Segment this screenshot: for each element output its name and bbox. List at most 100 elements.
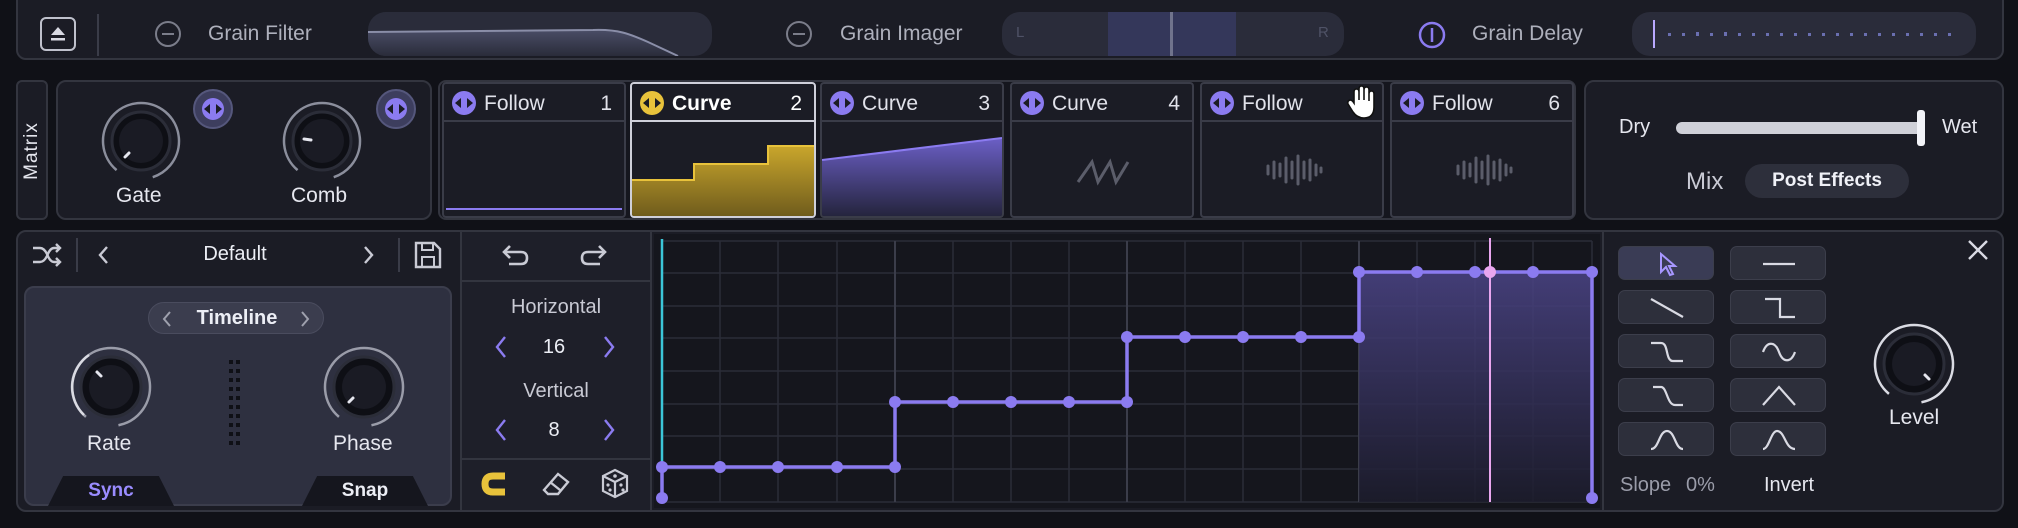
s-curve-down-icon (1651, 341, 1683, 363)
level-knob[interactable] (1870, 320, 1958, 408)
randomize-button[interactable] (599, 467, 631, 501)
shape-flat-button[interactable] (1730, 246, 1826, 280)
sync-button[interactable]: Sync (48, 476, 174, 506)
pointer-icon (1660, 251, 1678, 277)
square-step-icon (1765, 297, 1795, 319)
shape-decay-button[interactable] (1730, 422, 1826, 456)
gate-label: Gate (116, 184, 162, 207)
eraser-icon (542, 472, 570, 496)
dry-wet-slider[interactable] (1676, 110, 1925, 146)
playhead-point (1484, 266, 1496, 278)
snap-label: Snap (341, 480, 389, 501)
shape-square-button[interactable] (1730, 290, 1826, 324)
comb-link-button[interactable] (376, 89, 416, 129)
grain-imager-label: Grain Imager (840, 22, 963, 45)
vertical-increment[interactable] (599, 416, 619, 444)
phase-label: Phase (333, 432, 393, 455)
vertical-decrement[interactable] (491, 416, 511, 444)
horizontal-increment[interactable] (599, 333, 619, 361)
grain-filter-label: Grain Filter (208, 22, 312, 45)
slope-label: Slope (1620, 474, 1672, 496)
rate-label: Rate (87, 432, 132, 455)
timeline-selector[interactable]: Timeline (148, 302, 324, 334)
comb-label: Comb (291, 184, 348, 207)
shape-s-curve-button[interactable] (1618, 334, 1714, 368)
sync-label: Sync (88, 480, 134, 501)
undo-button[interactable] (497, 238, 531, 272)
grain-filter-display[interactable] (368, 12, 712, 56)
eraser-button[interactable] (540, 468, 572, 500)
comb-knob[interactable] (279, 98, 365, 184)
curve-editor-canvas[interactable] (654, 234, 1600, 508)
chevron-left-icon[interactable] (159, 309, 175, 329)
sine-icon (1761, 342, 1797, 362)
shape-sine-button[interactable] (1730, 334, 1826, 368)
chevron-right-icon (604, 419, 615, 441)
mod-slot-2[interactable]: Curve 2 (630, 82, 816, 218)
rate-knob[interactable] (67, 343, 155, 431)
collapse-button[interactable] (40, 17, 76, 51)
horizontal-decrement[interactable] (491, 333, 511, 361)
collapse-icon (51, 27, 65, 41)
shape-ease-down-button[interactable] (1618, 378, 1714, 412)
phase-knob[interactable] (320, 343, 408, 431)
matrix-tab[interactable]: Matrix (16, 80, 48, 220)
mod-slot-1[interactable]: Follow 1 (442, 82, 626, 218)
pointer-tool-button[interactable] (1618, 246, 1714, 280)
save-preset-button[interactable] (412, 238, 444, 272)
chevron-left-icon (495, 419, 506, 441)
divider (76, 238, 78, 272)
invert-button[interactable]: Invert (1764, 474, 1814, 497)
magnet-button[interactable] (479, 468, 509, 500)
slot-number: 6 (1548, 92, 1560, 115)
filter-curve (368, 28, 679, 56)
shuffle-button[interactable] (30, 240, 64, 270)
link-arrows-icon (1210, 91, 1234, 115)
shape-bell-button[interactable] (1618, 422, 1714, 456)
curve-placeholder-icon (1076, 158, 1130, 186)
chevron-right-icon[interactable] (297, 309, 313, 329)
power-icon (1418, 21, 1446, 49)
grain-imager-display[interactable]: L R (1002, 12, 1344, 56)
mod-slot-3[interactable]: Curve 3 (820, 82, 1004, 218)
dry-wet-slider-handle[interactable] (1917, 110, 1925, 146)
preset-name[interactable]: Default (130, 243, 340, 266)
slope-value[interactable]: 0% (1686, 474, 1715, 497)
slot-name: Follow (484, 92, 545, 115)
mod-slot-4[interactable]: Curve 4 (1010, 82, 1194, 218)
link-arrows-icon (385, 98, 407, 120)
mod-slot-5[interactable]: Follow (1200, 82, 1384, 218)
delay-taps (1653, 20, 1951, 48)
vertical-value: 8 (548, 419, 560, 441)
link-arrows-icon (202, 98, 224, 120)
waveform-icon (1456, 154, 1513, 186)
grain-delay-display[interactable] (1632, 12, 1976, 56)
link-arrows-icon (1400, 91, 1424, 115)
shape-ramp-down-button[interactable] (1618, 290, 1714, 324)
chevron-left-icon (495, 336, 506, 358)
chevron-left-icon (98, 246, 108, 264)
close-editor-button[interactable] (1964, 236, 1992, 264)
post-effects-button[interactable]: Post Effects (1745, 164, 1909, 198)
dots-grip-icon[interactable] (228, 360, 242, 452)
decay-icon (1762, 429, 1796, 451)
flat-line-icon (1763, 262, 1795, 266)
curve-editor[interactable] (654, 234, 1600, 508)
preset-next-button[interactable] (358, 242, 378, 268)
gate-knob[interactable] (98, 98, 184, 184)
triangle-icon (1762, 385, 1796, 406)
snap-button[interactable]: Snap (302, 476, 428, 506)
grain-imager-toggle-icon[interactable] (786, 21, 812, 47)
preset-prev-button[interactable] (94, 242, 114, 268)
grain-filter-toggle-icon[interactable] (155, 21, 181, 47)
gate-link-button[interactable] (193, 89, 233, 129)
grain-delay-power-button[interactable] (1418, 21, 1446, 49)
horizontal-label: Horizontal (510, 296, 602, 318)
chevron-right-icon (364, 246, 374, 264)
mod-slot-6[interactable]: Follow 6 (1390, 82, 1574, 218)
divider (398, 238, 400, 272)
redo-button[interactable] (578, 238, 612, 272)
link-arrows-icon (640, 91, 664, 115)
shape-triangle-button[interactable] (1730, 378, 1826, 412)
dry-label: Dry (1619, 116, 1651, 138)
